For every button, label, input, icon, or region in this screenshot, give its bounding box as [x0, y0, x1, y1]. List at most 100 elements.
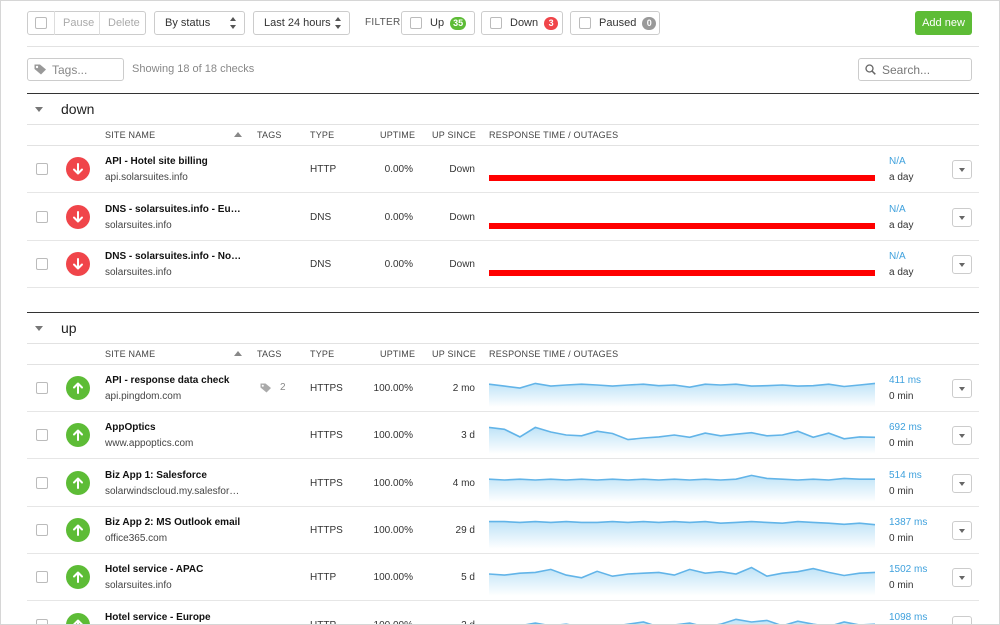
row-checkbox[interactable]	[36, 429, 48, 442]
toolbar: Pause Delete By status Last 24 hours FIL…	[27, 11, 972, 35]
outage-bar[interactable]	[489, 222, 875, 229]
row-checkbox[interactable]	[36, 571, 48, 584]
sort-select-value: By status	[165, 17, 211, 29]
check-row[interactable]: DNS - solarsuites.info - No… solarsuites.…	[27, 241, 979, 288]
check-name[interactable]: Hotel service - Europe	[105, 612, 211, 623]
col-up-since[interactable]: UP SINCE	[432, 349, 476, 359]
response-time-sparkline[interactable]	[489, 606, 875, 625]
toolbar-divider	[27, 46, 979, 47]
row-menu-button[interactable]	[952, 520, 972, 540]
response-time[interactable]: 1387 ms	[889, 517, 927, 528]
check-row[interactable]: DNS - solarsuites.info - Eu… solarsuites.…	[27, 194, 979, 241]
collapse-caret-icon[interactable]	[35, 325, 43, 331]
row-menu-button[interactable]	[952, 615, 972, 624]
delete-button[interactable]: Delete	[99, 11, 145, 35]
collapse-caret-icon[interactable]	[35, 106, 43, 112]
tags-filter-placeholder: Tags...	[52, 62, 88, 77]
outage-duration: a day	[889, 267, 914, 278]
outage-duration: 0 min	[889, 391, 914, 402]
section-header-up[interactable]: up	[27, 313, 979, 343]
col-site-name[interactable]: SITE NAME	[105, 349, 155, 359]
response-time-sparkline[interactable]	[489, 416, 875, 455]
check-name[interactable]: Biz App 1: Salesforce	[105, 470, 207, 481]
response-time[interactable]: N/A	[889, 156, 906, 167]
filter-paused-toggle[interactable]: Paused 0	[570, 11, 660, 35]
row-checkbox[interactable]	[36, 618, 48, 624]
row-checkbox[interactable]	[36, 258, 48, 270]
col-type[interactable]: TYPE	[310, 130, 334, 140]
response-time[interactable]: 1098 ms	[889, 612, 927, 623]
check-name[interactable]: API - response data check	[105, 375, 230, 386]
row-menu-button[interactable]	[952, 255, 972, 274]
response-time[interactable]: N/A	[889, 204, 906, 215]
row-checkbox[interactable]	[36, 163, 48, 175]
row-checkbox[interactable]	[36, 476, 48, 489]
response-time[interactable]: 692 ms	[889, 422, 922, 433]
row-menu-button[interactable]	[952, 207, 972, 227]
row-menu-button[interactable]	[952, 473, 972, 493]
check-name[interactable]: Hotel service - APAC	[105, 564, 203, 575]
row-menu-button[interactable]	[952, 568, 972, 588]
status-badge	[66, 470, 90, 495]
row-menu-button[interactable]	[952, 426, 972, 446]
sort-select[interactable]: By status	[154, 11, 245, 35]
col-uptime[interactable]: UPTIME	[380, 130, 415, 140]
add-new-button[interactable]: Add new	[915, 11, 972, 35]
check-row[interactable]: Biz App 2: MS Outlook email office365.com…	[27, 507, 979, 554]
check-name[interactable]: AppOptics	[105, 422, 156, 433]
outage-bar[interactable]	[489, 175, 875, 181]
response-time-sparkline[interactable]	[489, 464, 875, 502]
check-name[interactable]: DNS - solarsuites.info - No…	[105, 251, 241, 262]
sort-asc-icon[interactable]	[234, 132, 242, 137]
check-name[interactable]: API - Hotel site billing	[105, 156, 208, 167]
pause-button[interactable]: Pause	[54, 11, 99, 35]
check-type: HTTP	[310, 619, 337, 625]
check-up-since: 29 d	[455, 524, 475, 536]
check-type: HTTPS	[310, 477, 343, 489]
row-menu-button[interactable]	[952, 160, 972, 179]
row-menu-button[interactable]	[952, 379, 972, 398]
check-row[interactable]: API - Hotel site billing api.solarsuites.…	[27, 146, 979, 193]
response-time[interactable]: 514 ms	[889, 470, 922, 481]
arrow-up-icon	[73, 429, 83, 442]
filter-down-checkbox[interactable]	[490, 17, 502, 29]
filter-paused-checkbox[interactable]	[579, 17, 591, 29]
check-row[interactable]: Hotel service - APAC solarsuites.info HTTP…	[27, 554, 979, 602]
col-uptime[interactable]: UPTIME	[380, 349, 415, 359]
time-range-select[interactable]: Last 24 hours	[253, 11, 350, 35]
response-time-sparkline[interactable]	[489, 558, 875, 597]
outage-duration: a day	[889, 172, 914, 183]
response-time-sparkline[interactable]	[489, 369, 875, 407]
row-checkbox[interactable]	[36, 523, 48, 536]
status-badge	[66, 252, 90, 276]
col-type[interactable]: TYPE	[310, 349, 334, 359]
section-header-down[interactable]: down	[27, 94, 979, 124]
response-time[interactable]: 1502 ms	[889, 564, 927, 575]
check-uptime: 100.00%	[373, 619, 413, 625]
arrow-up-icon	[73, 524, 83, 536]
check-name[interactable]: DNS - solarsuites.info - Eu…	[105, 204, 241, 215]
check-name[interactable]: Biz App 2: MS Outlook email	[105, 517, 240, 528]
check-row[interactable]: API - response data check api.pingdom.com…	[27, 365, 979, 412]
row-checkbox[interactable]	[36, 210, 48, 223]
col-up-since[interactable]: UP SINCE	[432, 130, 476, 140]
tags-filter-input[interactable]: Tags...	[27, 58, 124, 81]
filter-down-toggle[interactable]: Down 3	[481, 11, 563, 35]
tag-count[interactable]: 2	[260, 382, 286, 393]
check-row[interactable]: Biz App 1: Salesforce solarwindscloud.my.…	[27, 460, 979, 507]
row-checkbox[interactable]	[36, 382, 48, 394]
response-time[interactable]: 411 ms	[889, 375, 921, 386]
filter-up-checkbox[interactable]	[410, 17, 422, 29]
response-time-sparkline[interactable]	[489, 511, 875, 549]
check-row[interactable]: Hotel service - Europe HTTP 100.00% 2 d 1098…	[27, 602, 979, 625]
response-time[interactable]: N/A	[889, 251, 906, 262]
outage-bar[interactable]	[489, 270, 875, 276]
tag-count-value: 2	[280, 382, 286, 393]
check-row[interactable]: AppOptics www.appoptics.com HTTPS 100.00% 3 …	[27, 412, 979, 460]
col-site-name[interactable]: SITE NAME	[105, 130, 155, 140]
sort-asc-icon[interactable]	[234, 351, 242, 356]
search-input[interactable]: Search...	[858, 58, 972, 81]
select-all-checkbox[interactable]	[28, 11, 54, 35]
filter-up-toggle[interactable]: Up 35	[401, 11, 475, 35]
check-host: solarwindscloud.my.salesfor…	[105, 485, 240, 497]
